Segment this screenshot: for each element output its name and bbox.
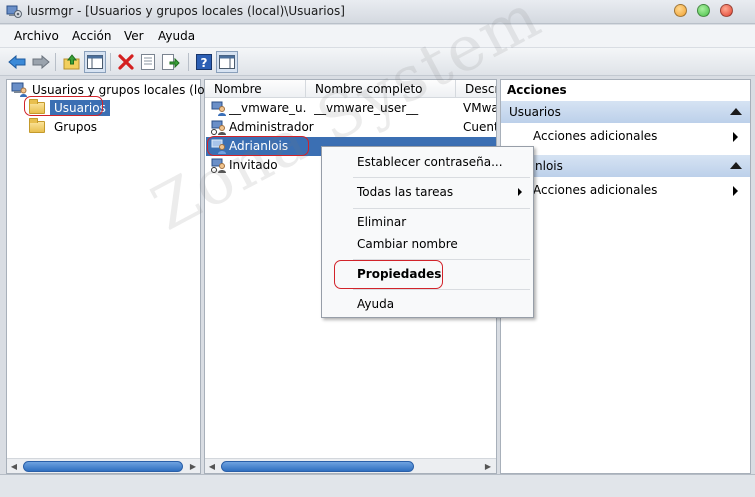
menu-item-all-tasks[interactable]: Todas las tareas (357, 185, 453, 199)
tree-horizontal-scrollbar[interactable]: ◀ ▶ (7, 458, 200, 473)
menu-item-properties[interactable]: Propiedades (357, 267, 441, 281)
menu-bar: Archivo Acción Ver Ayuda (0, 25, 755, 47)
section-header-label: Usuarios (509, 105, 561, 119)
user-icon (211, 139, 226, 154)
context-menu: Establecer contraseña... Todas las tarea… (321, 146, 534, 318)
scroll-right-arrow-icon[interactable]: ▶ (483, 461, 493, 472)
tree-item-label: Grupos (54, 120, 98, 134)
action-label: Acciones adicionales (533, 183, 658, 197)
help-icon: ? (196, 54, 212, 70)
show-hide-tree-icon (87, 55, 103, 69)
scroll-thumb[interactable] (23, 461, 183, 472)
user-full-name: __vmware_user__ (314, 101, 419, 115)
back-icon (8, 55, 26, 69)
menu-item-rename[interactable]: Cambiar nombre (357, 237, 458, 251)
user-name: Administrador (229, 120, 314, 134)
delete-button[interactable] (115, 51, 137, 73)
actions-section-usuarios[interactable]: Usuarios (501, 101, 750, 123)
user-name: Adrianlois (229, 139, 289, 153)
scroll-right-arrow-icon[interactable]: ▶ (188, 461, 198, 472)
maximize-button[interactable] (697, 4, 710, 17)
tree-item-usuarios[interactable]: Usuarios (29, 99, 110, 116)
status-bar (0, 474, 755, 497)
title-bar: lusrmgr - [Usuarios y grupos locales (lo… (0, 0, 755, 24)
toolbar-separator (188, 53, 189, 71)
column-header-nombre-completo[interactable]: Nombre completo (306, 80, 456, 98)
scroll-left-arrow-icon[interactable]: ◀ (9, 461, 19, 472)
tree-root[interactable]: Usuarios y grupos locales (local) (11, 82, 227, 97)
actions-pane-title: Acciones (501, 80, 750, 100)
forward-button[interactable] (30, 51, 52, 73)
menu-archivo[interactable]: Archivo (14, 29, 59, 43)
admin-user-icon (211, 120, 226, 135)
section-header-label: nlois (535, 159, 563, 173)
properties-icon (141, 54, 155, 70)
toolbar: ? (0, 48, 755, 76)
back-button[interactable] (6, 51, 28, 73)
action-label: Acciones adicionales (533, 129, 658, 143)
user-description: Cuent (463, 120, 497, 134)
scroll-left-arrow-icon[interactable]: ◀ (207, 461, 217, 472)
menu-accion[interactable]: Acción (72, 29, 111, 43)
forward-icon (32, 55, 50, 69)
folder-icon (29, 118, 45, 133)
close-button[interactable] (720, 4, 733, 17)
list-row[interactable]: Administrador Cuent (206, 118, 497, 137)
action-more-actions[interactable]: Acciones adicionales (501, 180, 750, 200)
tree-pane: Usuarios y grupos locales (local) Usuari… (6, 79, 227, 474)
properties-button[interactable] (137, 51, 159, 73)
users-groups-icon (11, 82, 27, 97)
collapse-up-icon[interactable] (730, 108, 742, 115)
list-row[interactable]: __vmware_u... __vmware_user__ VMwa (206, 99, 497, 118)
svg-text:?: ? (201, 56, 208, 70)
collapse-up-icon[interactable] (730, 162, 742, 169)
user-name: Invitado (229, 158, 278, 172)
toolbar-separator (110, 53, 111, 71)
actions-section-user[interactable]: nlois (501, 155, 750, 177)
guest-user-icon (211, 158, 226, 173)
show-hide-tree-button[interactable] (84, 51, 106, 73)
tree-item-grupos[interactable]: Grupos (29, 118, 101, 135)
menu-item-help[interactable]: Ayuda (357, 297, 394, 311)
menu-separator (353, 177, 530, 178)
up-folder-icon (63, 54, 80, 70)
folder-icon (29, 99, 45, 114)
column-header-descripcion[interactable]: Descr (456, 80, 496, 98)
scroll-thumb[interactable] (221, 461, 414, 472)
submenu-arrow-icon (518, 188, 522, 196)
menu-ayuda[interactable]: Ayuda (158, 29, 195, 43)
toolbar-separator (55, 53, 56, 71)
actions-pane: Acciones Usuarios Acciones adicionales n… (500, 79, 751, 474)
export-list-icon (162, 54, 180, 70)
user-icon (211, 101, 226, 116)
menu-item-set-password[interactable]: Establecer contraseña... (357, 155, 503, 169)
user-name: __vmware_u... (229, 101, 307, 115)
computer-management-icon (6, 5, 22, 18)
menu-separator (353, 208, 530, 209)
menu-item-delete[interactable]: Eliminar (357, 215, 406, 229)
list-horizontal-scrollbar[interactable]: ◀ ▶ (205, 458, 496, 473)
menu-separator (353, 289, 530, 290)
submenu-arrow-icon (733, 186, 738, 196)
tree-item-label: Usuarios (50, 100, 110, 116)
submenu-arrow-icon (733, 132, 738, 142)
action-more-actions[interactable]: Acciones adicionales (501, 126, 750, 146)
minimize-button[interactable] (674, 4, 687, 17)
show-hide-action-pane-icon (219, 55, 235, 69)
user-description: VMwa (463, 101, 497, 115)
menu-ver[interactable]: Ver (124, 29, 144, 43)
delete-icon (118, 54, 134, 70)
up-folder-button[interactable] (61, 51, 83, 73)
tree-root-label: Usuarios y grupos locales (local) (32, 82, 227, 97)
menu-separator (353, 259, 530, 260)
export-list-button[interactable] (160, 51, 182, 73)
show-hide-action-pane-button[interactable] (216, 51, 238, 73)
help-button[interactable]: ? (193, 51, 215, 73)
column-header-nombre[interactable]: Nombre (205, 80, 306, 98)
window-title: lusrmgr - [Usuarios y grupos locales (lo… (27, 4, 345, 18)
